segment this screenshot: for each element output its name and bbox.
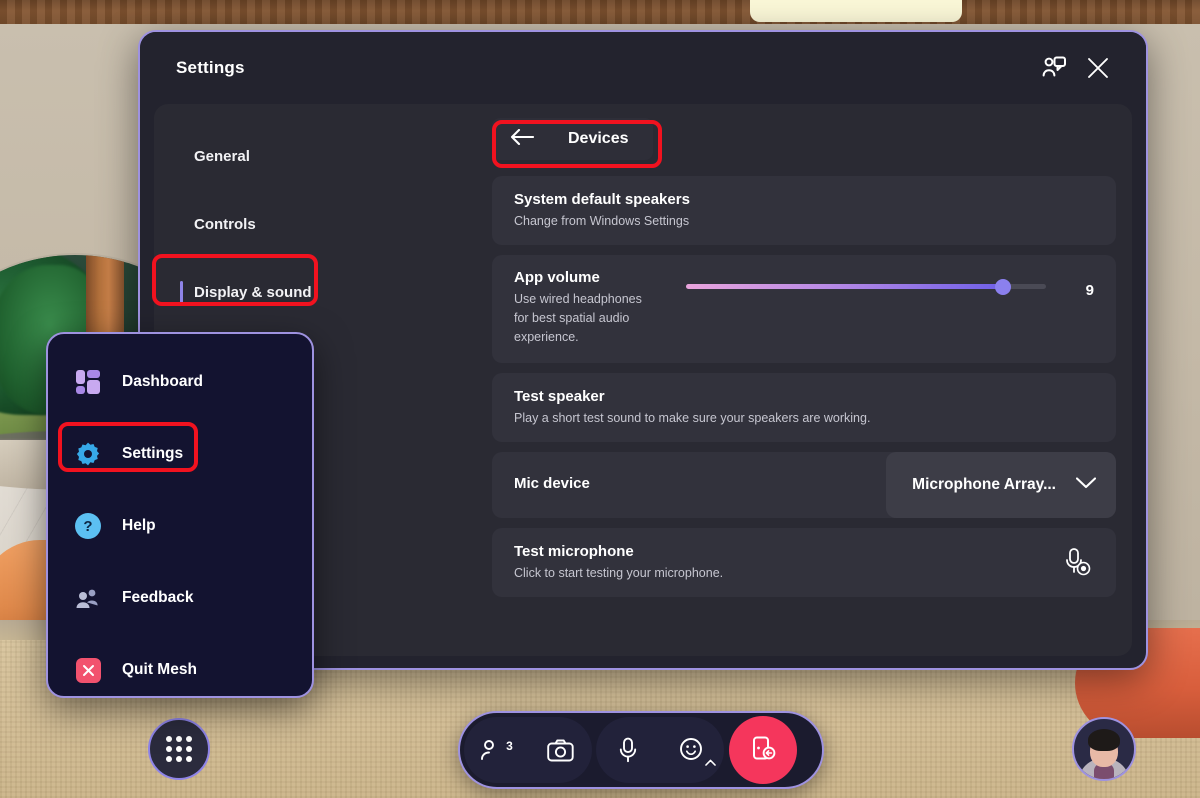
environment-cream-panel bbox=[750, 0, 962, 22]
settings-content: Devices System default speakers Change f… bbox=[484, 104, 1132, 656]
chevron-down-icon bbox=[1075, 476, 1097, 494]
menu-item-label: Settings bbox=[122, 445, 184, 462]
leave-call-icon bbox=[749, 734, 777, 767]
menu-item-label: Quit Mesh bbox=[122, 661, 197, 678]
leave-call-button[interactable] bbox=[729, 716, 797, 784]
row-subtitle: Play a short test sound to make sure you… bbox=[514, 410, 871, 425]
row-test-microphone[interactable]: Test microphone Click to start testing y… bbox=[492, 527, 1116, 597]
app-launcher-button[interactable] bbox=[148, 718, 210, 780]
people-feedback-icon bbox=[74, 584, 102, 612]
microphone-button[interactable] bbox=[596, 717, 660, 783]
mic-device-selected-value: Microphone Array... bbox=[912, 475, 1056, 493]
row-subtitle: Click to start testing your microphone. bbox=[514, 565, 724, 580]
row-title: Test microphone bbox=[514, 542, 634, 560]
participants-count: 3 bbox=[506, 739, 513, 753]
close-square-icon bbox=[74, 656, 102, 684]
menu-item-label: Feedback bbox=[122, 589, 194, 606]
close-icon[interactable] bbox=[1076, 46, 1120, 90]
devices-back-button[interactable]: Devices bbox=[492, 118, 653, 160]
feedback-icon[interactable] bbox=[1032, 46, 1076, 90]
toolbar-group-left: 3 bbox=[464, 717, 592, 783]
dashboard-grid-icon bbox=[74, 368, 102, 396]
screen: Settings General Controls Display & soun… bbox=[0, 0, 1200, 798]
mic-device-dropdown[interactable]: Microphone Array... bbox=[886, 451, 1116, 518]
participants-button[interactable]: 3 bbox=[464, 717, 528, 783]
row-test-speaker[interactable]: Test speaker Play a short test sound to … bbox=[492, 372, 1116, 442]
menu-item-dashboard[interactable]: Dashboard bbox=[48, 356, 312, 408]
sidebar-item-general[interactable]: General bbox=[180, 132, 470, 180]
quick-menu: Dashboard Settings ? Help Feedback Quit … bbox=[46, 332, 314, 698]
sidebar-item-label: Controls bbox=[194, 215, 256, 233]
help-glyph: ? bbox=[83, 517, 93, 535]
sidebar-item-display-and-sound[interactable]: Display & sound bbox=[180, 268, 470, 316]
row-app-volume: App volume Use wired headphones for best… bbox=[492, 255, 1116, 363]
app-volume-value: 9 bbox=[1085, 282, 1094, 299]
menu-item-help[interactable]: ? Help bbox=[48, 500, 312, 552]
sidebar-item-label: General bbox=[194, 147, 250, 165]
arrow-left-icon bbox=[510, 128, 535, 150]
app-volume-slider[interactable] bbox=[686, 278, 1046, 295]
row-mic-device: Mic device Microphone Array... bbox=[492, 451, 1116, 518]
app-grid-icon bbox=[166, 736, 192, 762]
row-title: System default speakers bbox=[514, 191, 690, 208]
environment-ceiling-beam bbox=[0, 0, 1200, 24]
avatar[interactable] bbox=[1072, 717, 1136, 781]
row-title: Test speaker bbox=[514, 387, 605, 405]
app-volume-slider-thumb[interactable] bbox=[994, 278, 1011, 295]
microphone-settings-icon[interactable] bbox=[1060, 545, 1094, 579]
page-title: Settings bbox=[176, 58, 245, 77]
menu-item-quit-mesh[interactable]: Quit Mesh bbox=[48, 644, 312, 696]
row-system-default-speakers[interactable]: System default speakers Change from Wind… bbox=[492, 176, 1116, 245]
menu-item-label: Help bbox=[122, 517, 156, 534]
row-subtitle: Use wired headphones for best spatial au… bbox=[514, 292, 642, 344]
sidebar-item-label: Display & sound bbox=[194, 283, 312, 301]
devices-back-label: Devices bbox=[568, 130, 629, 147]
devices-back-row: Devices bbox=[492, 118, 1116, 160]
settings-panel-header: Settings bbox=[140, 32, 1146, 104]
row-subtitle: Change from Windows Settings bbox=[514, 214, 690, 229]
meeting-toolbar: 3 bbox=[458, 711, 824, 789]
row-title: Mic device bbox=[514, 475, 590, 493]
menu-item-settings[interactable]: Settings bbox=[48, 428, 312, 480]
reactions-button[interactable] bbox=[660, 717, 724, 783]
menu-item-label: Dashboard bbox=[122, 373, 203, 390]
toolbar-group-right bbox=[596, 717, 724, 783]
gear-icon bbox=[74, 440, 102, 468]
menu-item-feedback[interactable]: Feedback bbox=[48, 572, 312, 624]
camera-button[interactable] bbox=[528, 717, 592, 783]
question-mark-icon: ? bbox=[74, 512, 102, 540]
row-title: App volume bbox=[514, 269, 600, 286]
chevron-up-icon bbox=[705, 753, 716, 771]
sidebar-item-controls[interactable]: Controls bbox=[180, 200, 470, 248]
